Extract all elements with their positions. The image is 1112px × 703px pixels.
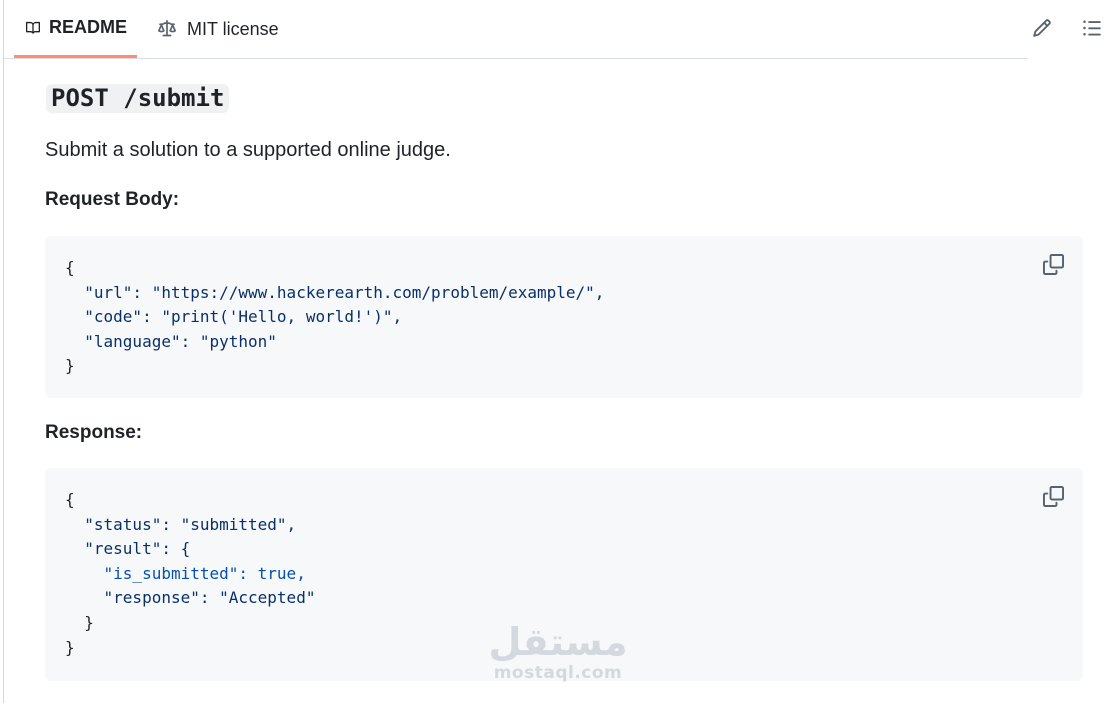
code-line: "url": "https://www.hackerearth.com/prob…: [65, 282, 605, 302]
code-line: "result": {: [65, 539, 191, 559]
code-line: "code": "print('Hello, world!')",: [65, 307, 403, 327]
tab-mit-license[interactable]: MIT license: [156, 0, 279, 58]
table-of-contents-button[interactable]: [1080, 16, 1104, 40]
code-line: "is_submitted": true,: [65, 563, 306, 583]
endpoint-description: Submit a solution to a supported online …: [45, 139, 451, 161]
code-line: }: [65, 612, 94, 632]
pencil-icon: [1033, 19, 1051, 37]
code-line: }: [65, 637, 75, 657]
tab-mit-license-label: MIT license: [187, 18, 279, 39]
endpoint-code: POST /submit: [46, 84, 230, 113]
response-code[interactable]: { "status": "submitted", "result": { "is…: [65, 488, 315, 660]
tab-readme[interactable]: README: [14, 0, 137, 58]
code-line: {: [65, 490, 75, 509]
readme-tab-bar: README MIT license: [4, 0, 1028, 59]
code-line: "response": "Accepted": [65, 588, 316, 608]
code-line: }: [65, 356, 75, 376]
tab-readme-label: README: [48, 17, 127, 37]
code-line: {: [65, 258, 75, 277]
code-line: "status": "submitted",: [65, 514, 297, 534]
request-body-code[interactable]: { "url": "https://www.hackerearth.com/pr…: [65, 256, 604, 379]
book-icon: [26, 21, 40, 34]
request-body-heading: Request Body:: [45, 189, 180, 210]
copy-icon: [1042, 485, 1064, 507]
copy-response-button[interactable]: [1039, 482, 1067, 510]
copy-request-button[interactable]: [1039, 250, 1067, 278]
copy-icon: [1042, 253, 1064, 275]
endpoint-heading: POST /submit: [46, 84, 230, 113]
response-code-block: { "status": "submitted", "result": { "is…: [45, 468, 1083, 681]
list-icon: [1083, 20, 1101, 36]
readme-panel: README MIT license POST /submit Submit a…: [3, 0, 1112, 703]
request-body-code-block: { "url": "https://www.hackerearth.com/pr…: [45, 236, 1083, 398]
response-heading: Response:: [45, 422, 143, 443]
code-line: "language": "python": [65, 331, 277, 351]
scale-icon: [158, 20, 176, 37]
edit-readme-button[interactable]: [1030, 16, 1054, 40]
